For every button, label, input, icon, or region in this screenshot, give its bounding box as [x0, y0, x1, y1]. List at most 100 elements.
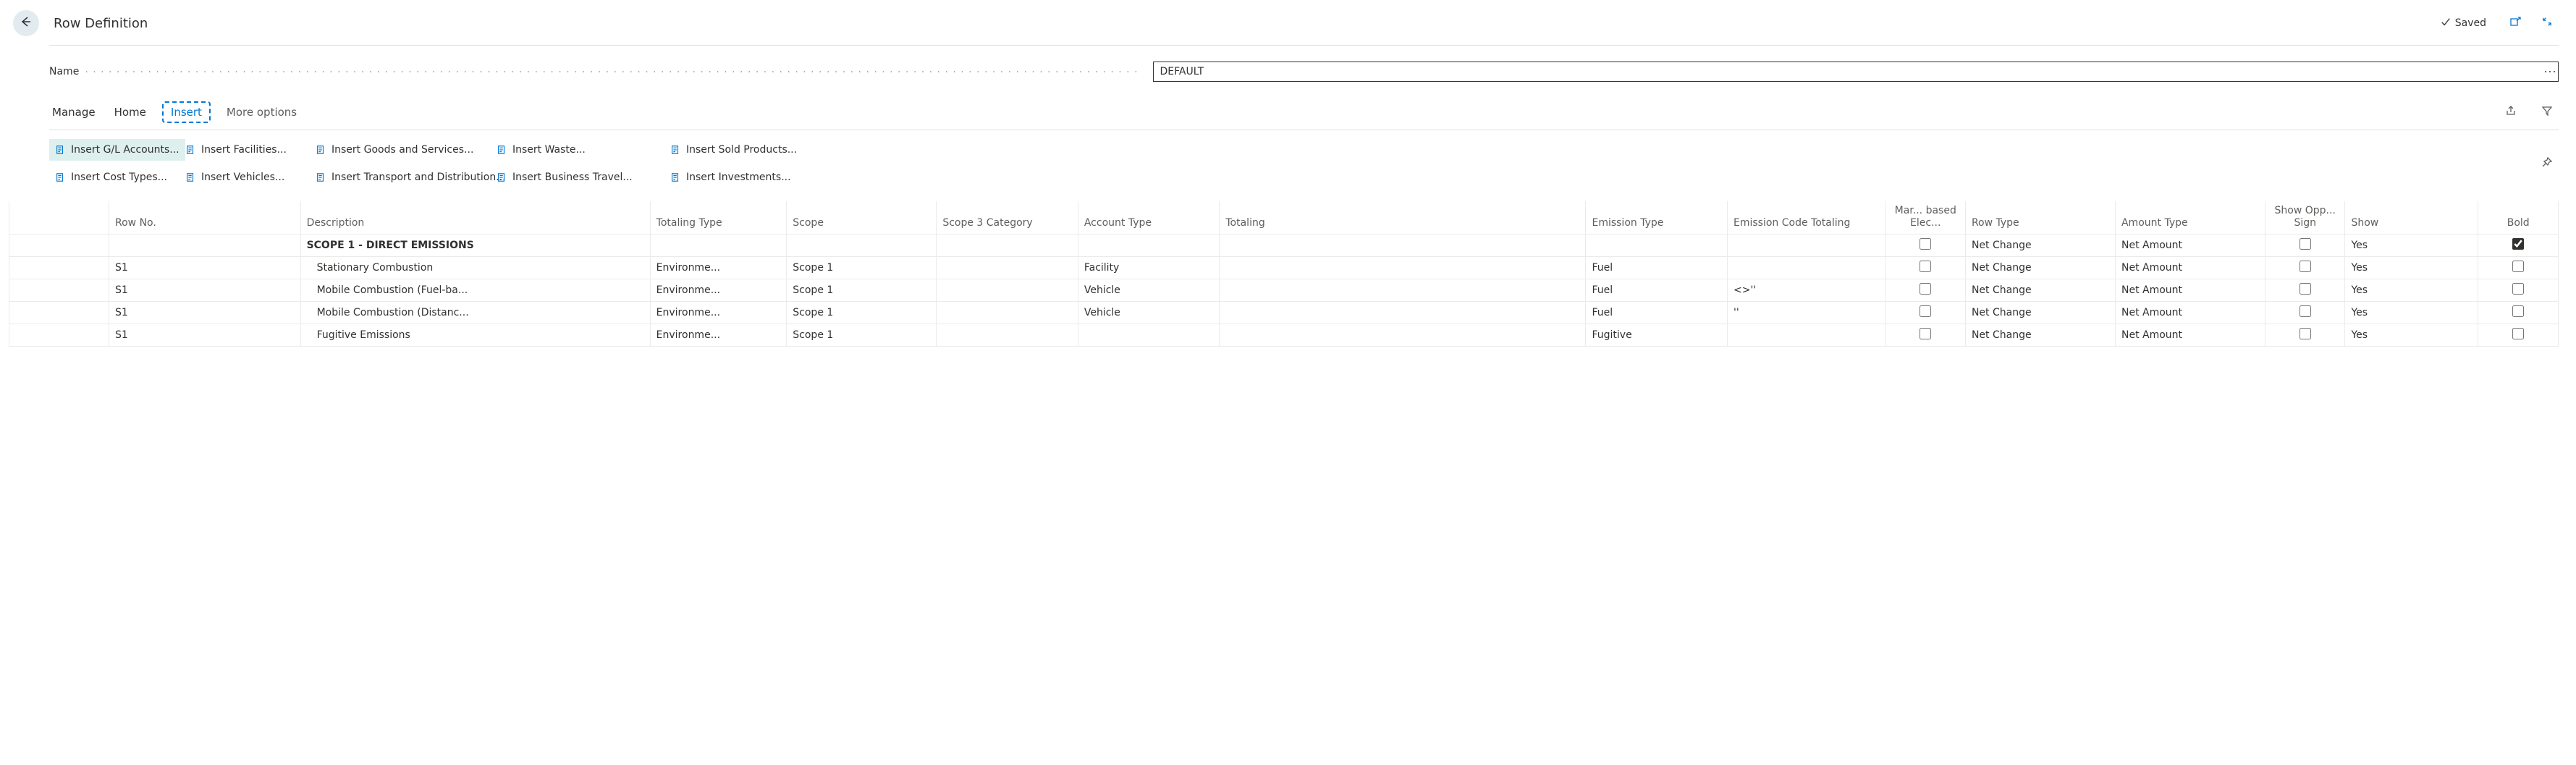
cell-amount-type[interactable]: Net Amount: [2115, 256, 2265, 279]
tab-home[interactable]: Home: [111, 104, 149, 120]
cell-row-no[interactable]: S1: [109, 301, 301, 324]
cell-emission-type[interactable]: Fuel: [1586, 301, 1728, 324]
cell-scope[interactable]: Scope 1: [787, 301, 937, 324]
table-row[interactable]: S1Fugitive EmissionsEnvironme...Scope 1F…: [9, 324, 2559, 346]
cell-emission-type[interactable]: Fuel: [1586, 256, 1728, 279]
table-row[interactable]: SCOPE 1 - DIRECT EMISSIONSNet ChangeNet …: [9, 234, 2559, 256]
insert-business-travel-button[interactable]: Insert Business Travel...: [491, 166, 638, 188]
cell-scope3-category[interactable]: [937, 301, 1078, 324]
insert-transport-button[interactable]: Insert Transport and Distribution...: [310, 166, 512, 188]
cell-market-based-elec[interactable]: [1885, 279, 1965, 301]
checkbox[interactable]: [1920, 328, 1931, 339]
cell-scope[interactable]: [787, 234, 937, 256]
cell-row-type[interactable]: Net Change: [1965, 256, 2115, 279]
cell-account-type[interactable]: Vehicle: [1078, 279, 1220, 301]
checkbox[interactable]: [2300, 305, 2311, 317]
cell-show-opp-sign[interactable]: [2265, 256, 2345, 279]
back-button[interactable]: [13, 10, 39, 36]
row-selector[interactable]: [9, 234, 109, 256]
cell-amount-type[interactable]: Net Amount: [2115, 301, 2265, 324]
cell-row-type[interactable]: Net Change: [1965, 279, 2115, 301]
checkbox[interactable]: [2512, 238, 2524, 250]
name-field[interactable]: [1153, 62, 2559, 82]
insert-sold-products-button[interactable]: Insert Sold Products...: [664, 139, 803, 161]
cell-market-based-elec[interactable]: [1885, 234, 1965, 256]
cell-show[interactable]: Yes: [2345, 279, 2478, 301]
table-row[interactable]: S1Stationary CombustionEnvironme...Scope…: [9, 256, 2559, 279]
cell-description[interactable]: Stationary Combustion: [300, 256, 650, 279]
cell-description[interactable]: SCOPE 1 - DIRECT EMISSIONS: [300, 234, 650, 256]
rows-grid[interactable]: Row No. Description Totaling Type Scope …: [9, 201, 2559, 347]
cell-totaling-type[interactable]: [650, 234, 787, 256]
cell-bold[interactable]: [2478, 301, 2559, 324]
row-selector[interactable]: [9, 256, 109, 279]
checkbox[interactable]: [2512, 283, 2524, 295]
col-scope[interactable]: Scope: [787, 201, 937, 234]
cell-show[interactable]: Yes: [2345, 234, 2478, 256]
cell-row-no[interactable]: S1: [109, 256, 301, 279]
cell-show[interactable]: Yes: [2345, 301, 2478, 324]
checkbox[interactable]: [1920, 305, 1931, 317]
cell-totaling-type[interactable]: Environme...: [650, 256, 787, 279]
insert-investments-button[interactable]: Insert Investments...: [664, 166, 797, 188]
cell-bold[interactable]: [2478, 279, 2559, 301]
cell-row-no[interactable]: S1: [109, 324, 301, 346]
checkbox[interactable]: [2300, 238, 2311, 250]
cell-scope3-category[interactable]: [937, 324, 1078, 346]
cell-row-type[interactable]: Net Change: [1965, 324, 2115, 346]
cell-account-type[interactable]: Facility: [1078, 256, 1220, 279]
checkbox[interactable]: [2300, 328, 2311, 339]
checkbox[interactable]: [2512, 328, 2524, 339]
col-show-opp-sign[interactable]: Show Opp... Sign: [2265, 201, 2345, 234]
row-selector[interactable]: [9, 324, 109, 346]
cell-amount-type[interactable]: Net Amount: [2115, 279, 2265, 301]
cell-description[interactable]: Fugitive Emissions: [300, 324, 650, 346]
col-bold[interactable]: Bold: [2478, 201, 2559, 234]
cell-totaling[interactable]: [1220, 256, 1586, 279]
cell-row-type[interactable]: Net Change: [1965, 234, 2115, 256]
col-emission-type[interactable]: Emission Type: [1586, 201, 1728, 234]
cell-account-type[interactable]: [1078, 234, 1220, 256]
cell-description[interactable]: Mobile Combustion (Fuel-ba...: [300, 279, 650, 301]
cell-show-opp-sign[interactable]: [2265, 301, 2345, 324]
col-totaling[interactable]: Totaling: [1220, 201, 1586, 234]
cell-totaling[interactable]: [1220, 279, 1586, 301]
col-show[interactable]: Show: [2345, 201, 2478, 234]
col-emission-code-totaling[interactable]: Emission Code Totaling: [1728, 201, 1886, 234]
collapse-factbox-button[interactable]: [2535, 12, 2559, 35]
open-new-window-button[interactable]: [2504, 12, 2527, 35]
cell-totaling[interactable]: [1220, 324, 1586, 346]
cell-description[interactable]: Mobile Combustion (Distanc...: [300, 301, 650, 324]
cell-bold[interactable]: [2478, 256, 2559, 279]
col-row-type[interactable]: Row Type: [1965, 201, 2115, 234]
checkbox[interactable]: [2300, 283, 2311, 295]
insert-facilities-button[interactable]: Insert Facilities...: [180, 139, 292, 161]
insert-goods-services-button[interactable]: Insert Goods and Services...: [310, 139, 479, 161]
cell-market-based-elec[interactable]: [1885, 301, 1965, 324]
cell-bold[interactable]: [2478, 234, 2559, 256]
checkbox[interactable]: [1920, 261, 1931, 272]
row-selector[interactable]: [9, 301, 109, 324]
cell-emission-code-totaling[interactable]: [1728, 324, 1886, 346]
cell-show-opp-sign[interactable]: [2265, 279, 2345, 301]
cell-show[interactable]: Yes: [2345, 324, 2478, 346]
cell-totaling-type[interactable]: Environme...: [650, 324, 787, 346]
cell-scope3-category[interactable]: [937, 234, 1078, 256]
cell-bold[interactable]: [2478, 324, 2559, 346]
cell-row-no[interactable]: S1: [109, 279, 301, 301]
col-row-no[interactable]: Row No.: [109, 201, 301, 234]
cell-row-type[interactable]: Net Change: [1965, 301, 2115, 324]
insert-gl-accounts-button[interactable]: Insert G/L Accounts...: [49, 139, 185, 161]
cell-emission-type[interactable]: Fuel: [1586, 279, 1728, 301]
cell-emission-type[interactable]: [1586, 234, 1728, 256]
cell-scope[interactable]: Scope 1: [787, 279, 937, 301]
cell-row-no[interactable]: [109, 234, 301, 256]
cell-scope[interactable]: Scope 1: [787, 256, 937, 279]
cell-show[interactable]: Yes: [2345, 256, 2478, 279]
share-button[interactable]: [2499, 101, 2522, 124]
checkbox[interactable]: [2512, 261, 2524, 272]
cell-market-based-elec[interactable]: [1885, 324, 1965, 346]
cell-scope[interactable]: Scope 1: [787, 324, 937, 346]
cell-emission-code-totaling[interactable]: <>'': [1728, 279, 1886, 301]
cell-scope3-category[interactable]: [937, 256, 1078, 279]
